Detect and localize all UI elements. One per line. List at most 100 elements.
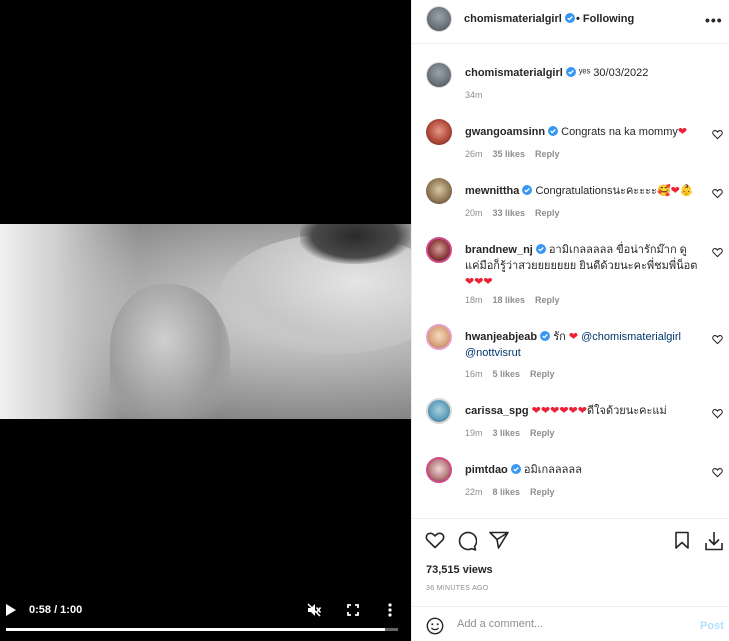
comment-time: 26m: [465, 149, 483, 159]
verified-badge-icon: [535, 244, 546, 254]
video-progress-fill: [6, 628, 386, 631]
like-icon[interactable]: [425, 531, 445, 549]
comment-avatar[interactable]: [426, 398, 452, 424]
comment-meta: 18m 18 likes Reply: [465, 295, 570, 305]
comment-meta: 16m 5 likes Reply: [465, 369, 565, 379]
post-button[interactable]: Post: [700, 620, 724, 632]
comment-text-line: brandnew_nj อามิเกลลลลล ขื่อน่ารักม๊าก ด…: [465, 242, 700, 290]
comment-text: อมิเกลลลลล: [523, 464, 582, 476]
caption-meta: 34m: [465, 90, 493, 100]
verified-badge-icon: [565, 67, 576, 77]
caption-text-line: chomismaterialgirl ʸᵉˢ 30/03/2022: [465, 65, 700, 81]
comment-likes[interactable]: 18 likes: [493, 295, 526, 305]
comment-text: ดีใจด้วยนะคะแม่: [586, 405, 667, 417]
reply-button[interactable]: Reply: [535, 208, 560, 218]
video-time: 0:58 / 1:00: [29, 604, 83, 616]
mention-link[interactable]: @chomismaterialgirl: [581, 331, 681, 343]
comment-avatar[interactable]: [426, 237, 452, 263]
comment-username[interactable]: pimtdao: [465, 464, 521, 476]
video-player[interactable]: 0:58 / 1:00: [0, 0, 411, 641]
comment-likes[interactable]: 8 likes: [493, 487, 521, 497]
comment-username[interactable]: carissa_spg: [465, 405, 529, 417]
comment-text-line: hwanjeabjeab รัก ❤ @chomismaterialgirl @…: [465, 329, 700, 361]
caption-time: 34m: [465, 90, 483, 100]
caption-text: ʸᵉˢ 30/03/2022: [578, 67, 649, 79]
video-hand: [110, 284, 230, 419]
like-comment-icon[interactable]: [712, 467, 723, 478]
more-options-icon[interactable]: •••: [705, 12, 723, 28]
comment-text-line: gwangoamsinn Congrats na ka mommy❤: [465, 124, 700, 140]
author-username[interactable]: chomismaterialgirl: [464, 13, 575, 25]
comment-avatar[interactable]: [426, 324, 452, 350]
more-vertical-icon[interactable]: [387, 603, 393, 617]
save-icon[interactable]: [674, 531, 690, 549]
comment-time: 20m: [465, 208, 483, 218]
comment-icon[interactable]: [457, 531, 477, 551]
comment-text-line: mewnittha Congratulationsนะคะะะะ🥰❤👶: [465, 183, 700, 199]
view-count[interactable]: 73,515 views: [426, 564, 493, 576]
like-comment-icon[interactable]: [712, 129, 723, 140]
video-progress-track[interactable]: [6, 628, 398, 631]
comment-text: Congrats na ka mommy: [561, 126, 678, 138]
comment-likes[interactable]: 33 likes: [493, 208, 526, 218]
comment-likes[interactable]: 5 likes: [493, 369, 521, 379]
caption-username[interactable]: chomismaterialgirl: [465, 67, 576, 79]
reply-button[interactable]: Reply: [535, 295, 560, 305]
verified-badge-icon: [548, 126, 559, 136]
comment-text-line: pimtdao อมิเกลลลลล: [465, 462, 700, 478]
like-comment-icon[interactable]: [712, 334, 723, 345]
like-comment-icon[interactable]: [712, 188, 723, 199]
comment-time: 18m: [465, 295, 483, 305]
reply-button[interactable]: Reply: [535, 149, 560, 159]
comment-avatar[interactable]: [426, 178, 452, 204]
post-timestamp: 36 MINUTES AGO: [426, 585, 489, 592]
comment-username[interactable]: hwanjeabjeab: [465, 331, 551, 343]
comment-username[interactable]: gwangoamsinn: [465, 126, 559, 138]
comment-time: 16m: [465, 369, 483, 379]
reply-button[interactable]: Reply: [530, 369, 555, 379]
comment-meta: 22m 8 likes Reply: [465, 487, 565, 497]
comment-meta: 19m 3 likes Reply: [465, 428, 565, 438]
like-comment-icon[interactable]: [712, 247, 723, 258]
comment-time: 19m: [465, 428, 483, 438]
post-actions: 73,515 views 36 MINUTES AGO: [412, 518, 729, 618]
verified-badge-icon: [540, 331, 551, 341]
comment-emoji: ❤❤❤❤❤❤: [531, 405, 587, 417]
emoji-icon[interactable]: [426, 617, 444, 635]
comment-input[interactable]: [457, 615, 677, 633]
post-header: chomismaterialgirl • Following •••: [412, 0, 729, 44]
reply-button[interactable]: Reply: [530, 428, 555, 438]
verified-badge-icon: [522, 185, 533, 195]
comment-text-line: carissa_spg ❤❤❤❤❤❤ดีใจด้วยนะคะแม่: [465, 403, 700, 419]
verified-badge-icon: [510, 464, 521, 474]
verified-badge-icon: [564, 13, 575, 23]
comment-username[interactable]: brandnew_nj: [465, 244, 546, 256]
fullscreen-icon[interactable]: [347, 604, 359, 616]
comment-emoji: ❤: [568, 331, 579, 343]
add-comment-bar: Post: [412, 606, 729, 641]
comment-meta: 20m 33 likes Reply: [465, 208, 570, 218]
author-avatar[interactable]: [426, 6, 452, 32]
like-comment-icon[interactable]: [712, 408, 723, 419]
share-icon[interactable]: [489, 531, 509, 549]
download-icon[interactable]: [705, 531, 723, 551]
comment-text: รัก: [553, 331, 566, 343]
comment-avatar[interactable]: [426, 457, 452, 483]
comment-avatar[interactable]: [426, 119, 452, 145]
comment-emoji: ❤❤❤: [465, 276, 493, 288]
video-lips: [300, 224, 410, 264]
video-frame[interactable]: [0, 224, 411, 419]
comment-likes[interactable]: 35 likes: [493, 149, 526, 159]
comment-likes[interactable]: 3 likes: [493, 428, 521, 438]
mention-link[interactable]: @nottvisrut: [465, 347, 521, 359]
reply-button[interactable]: Reply: [530, 487, 555, 497]
following-status[interactable]: • Following: [576, 13, 634, 25]
comment-time: 22m: [465, 487, 483, 497]
comment-username[interactable]: mewnittha: [465, 185, 533, 197]
play-icon[interactable]: [6, 604, 16, 616]
comment-emoji: 🥰❤👶: [656, 185, 694, 197]
mute-icon[interactable]: [307, 603, 321, 617]
comment-text: Congratulationsนะคะะะะ: [535, 185, 657, 197]
caption-avatar[interactable]: [426, 62, 452, 88]
comment-emoji: ❤: [677, 126, 688, 138]
